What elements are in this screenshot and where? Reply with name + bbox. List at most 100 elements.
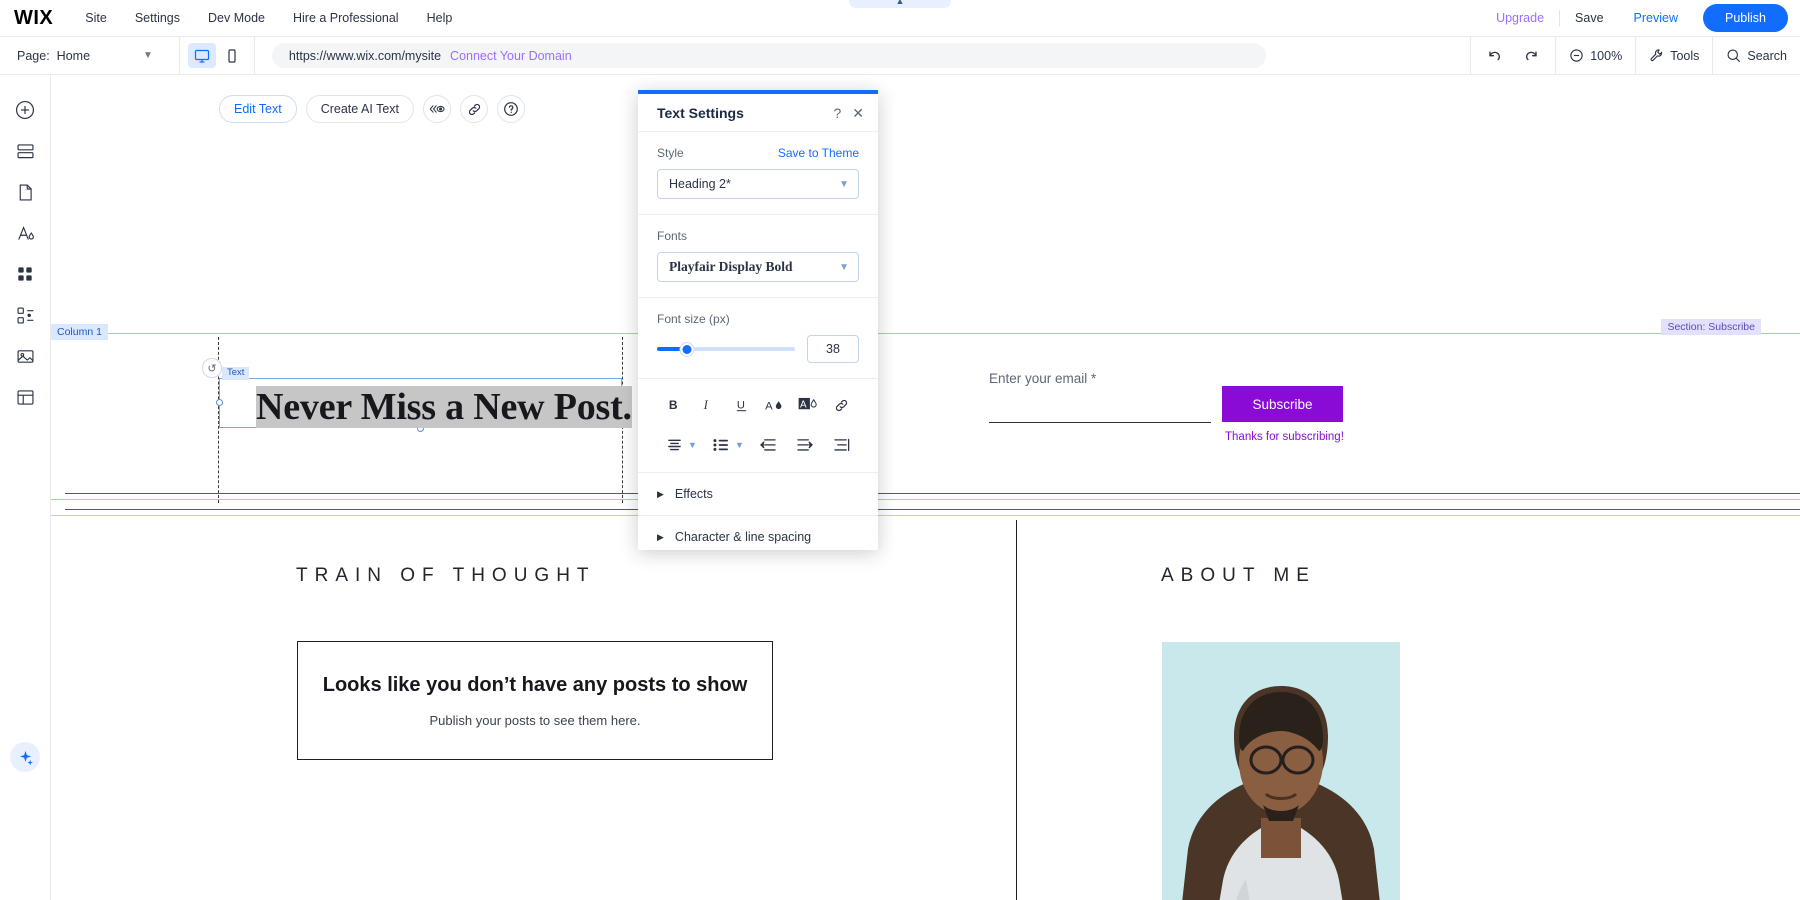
empty-blog-state: Looks like you don’t have any posts to s… xyxy=(297,641,773,760)
style-row-header: Style Save to Theme xyxy=(657,146,859,160)
menu-item-dev-mode[interactable]: Dev Mode xyxy=(194,0,279,36)
rotate-handle-icon[interactable]: ↺ xyxy=(202,358,222,378)
zoom-out-button[interactable]: 100% xyxy=(1569,48,1622,63)
menu-item-help[interactable]: Help xyxy=(413,0,467,36)
effects-label: Effects xyxy=(675,487,713,501)
search-label: Search xyxy=(1747,49,1787,63)
tools-group: Tools xyxy=(1635,37,1712,75)
chevron-down-icon: ▼ xyxy=(688,440,697,450)
publish-button[interactable]: Publish xyxy=(1703,4,1788,32)
text-link-icon[interactable] xyxy=(829,393,855,417)
underline-icon[interactable]: U xyxy=(728,393,754,417)
heading-text[interactable]: Never Miss a New Post. xyxy=(256,385,632,429)
italic-icon[interactable]: I xyxy=(695,393,721,417)
undo-redo-group xyxy=(1470,37,1555,75)
save-to-theme-link[interactable]: Save to Theme xyxy=(778,146,859,160)
heading-text-selection: Never Miss a New Post. xyxy=(256,386,632,428)
collapse-tab-handle[interactable]: ▲ xyxy=(849,0,951,8)
font-size-row-header: Font size (px) xyxy=(657,312,859,326)
font-family-select[interactable]: Playfair Display Bold ▼ xyxy=(657,252,859,282)
my-business-button[interactable] xyxy=(8,298,42,332)
svg-text:I: I xyxy=(703,398,709,412)
resize-handle-left[interactable] xyxy=(216,399,223,406)
add-section-button[interactable] xyxy=(8,134,42,168)
undo-icon[interactable] xyxy=(1484,45,1506,67)
preview-button[interactable]: Preview xyxy=(1619,0,1693,36)
cms-button[interactable] xyxy=(8,380,42,414)
font-size-slider[interactable] xyxy=(657,340,795,358)
text-color-icon[interactable]: A xyxy=(762,393,788,417)
triangle-right-icon: ▶ xyxy=(657,489,664,500)
bulleted-list-icon xyxy=(708,433,734,457)
menu-item-settings[interactable]: Settings xyxy=(121,0,194,36)
upgrade-link[interactable]: Upgrade xyxy=(1481,0,1559,36)
text-direction-icon[interactable] xyxy=(829,433,855,457)
search-button[interactable]: Search xyxy=(1726,48,1787,63)
menu-item-hire-a-professional[interactable]: Hire a Professional xyxy=(279,0,413,36)
font-size-controls: 38 xyxy=(657,335,859,363)
link-icon[interactable] xyxy=(460,95,488,123)
zoom-group: 100% xyxy=(1555,37,1635,75)
chevron-up-icon: ▲ xyxy=(896,0,905,6)
align-center-icon xyxy=(661,433,687,457)
desktop-view-button[interactable] xyxy=(188,43,216,68)
section-tag[interactable]: Section: Subscribe xyxy=(1661,319,1761,335)
section-inner-outline xyxy=(51,499,1800,500)
left-sidebar xyxy=(0,75,51,900)
style-select[interactable]: Heading 2* ▼ xyxy=(657,169,859,199)
connect-domain-link[interactable]: Connect Your Domain xyxy=(450,49,572,63)
pages-menu-button[interactable] xyxy=(8,175,42,209)
panel-help-icon[interactable]: ? xyxy=(833,106,841,120)
subscribe-button[interactable]: Subscribe xyxy=(1222,386,1343,422)
ai-assistant-button[interactable] xyxy=(10,742,40,772)
style-section: Style Save to Theme Heading 2* ▼ xyxy=(638,132,878,215)
panel-header: Text Settings ? ✕ xyxy=(638,94,878,132)
effects-accordion[interactable]: ▶ Effects xyxy=(638,473,878,516)
list-style-dropdown[interactable]: ▼ xyxy=(708,433,744,457)
svg-text:A: A xyxy=(765,400,773,412)
site-design-button[interactable] xyxy=(8,216,42,250)
editor-canvas: Column 1 Section: Subscribe Text ↺ Never… xyxy=(51,75,1800,900)
about-me-photo[interactable] xyxy=(1162,642,1400,900)
empty-blog-subtitle: Publish your posts to see them here. xyxy=(429,713,640,728)
create-ai-text-button[interactable]: Create AI Text xyxy=(306,95,414,123)
font-size-input[interactable]: 38 xyxy=(807,335,859,363)
character-line-spacing-accordion[interactable]: ▶ Character & line spacing xyxy=(638,516,878,550)
add-elements-button[interactable] xyxy=(8,93,42,127)
email-field-label: Enter your email * xyxy=(989,371,1096,386)
site-url-bar[interactable]: https://www.wix.com/mysite Connect Your … xyxy=(272,43,1266,68)
bold-icon[interactable]: B xyxy=(661,393,687,417)
decrease-indent-icon[interactable] xyxy=(755,433,781,457)
chevron-down-icon: ▼ xyxy=(735,440,744,450)
subscribe-thanks-message: Thanks for subscribing! xyxy=(1225,431,1344,443)
panel-close-icon[interactable]: ✕ xyxy=(852,106,864,120)
triangle-right-icon: ▶ xyxy=(657,532,664,543)
panel-title: Text Settings xyxy=(657,105,744,121)
redo-icon[interactable] xyxy=(1520,45,1542,67)
text-element-tag[interactable]: Text xyxy=(222,367,249,380)
column-tag[interactable]: Column 1 xyxy=(51,324,108,340)
chevron-down-icon: ▼ xyxy=(839,179,849,190)
highlight-color-icon[interactable]: A xyxy=(795,393,821,417)
section-bottom-rule xyxy=(65,509,1800,510)
style-label: Style xyxy=(657,146,684,160)
font-size-label: Font size (px) xyxy=(657,312,730,326)
wix-logo[interactable]: WIX xyxy=(0,8,71,28)
mobile-view-button[interactable] xyxy=(218,43,246,68)
media-button[interactable] xyxy=(8,339,42,373)
edit-text-button[interactable]: Edit Text xyxy=(219,95,297,123)
tools-button[interactable]: Tools xyxy=(1649,48,1699,63)
slider-knob[interactable] xyxy=(681,343,694,356)
font-family-value: Playfair Display Bold xyxy=(669,259,793,275)
menu-item-site[interactable]: Site xyxy=(71,0,121,36)
save-button[interactable]: Save xyxy=(1560,0,1619,36)
text-align-dropdown[interactable]: ▼ xyxy=(661,433,697,457)
increase-indent-icon[interactable] xyxy=(792,433,818,457)
formatting-row-2: ▼ ▼ xyxy=(657,433,859,457)
page-selector[interactable]: Page: Home ▼ xyxy=(0,49,153,63)
editor-toolbar: Page: Home ▼ https://www.wix.com/mysite … xyxy=(0,37,1800,75)
animation-icon[interactable] xyxy=(423,95,451,123)
floating-text-toolbar: Edit Text Create AI Text xyxy=(219,95,525,123)
help-icon[interactable] xyxy=(497,95,525,123)
apps-button[interactable] xyxy=(8,257,42,291)
